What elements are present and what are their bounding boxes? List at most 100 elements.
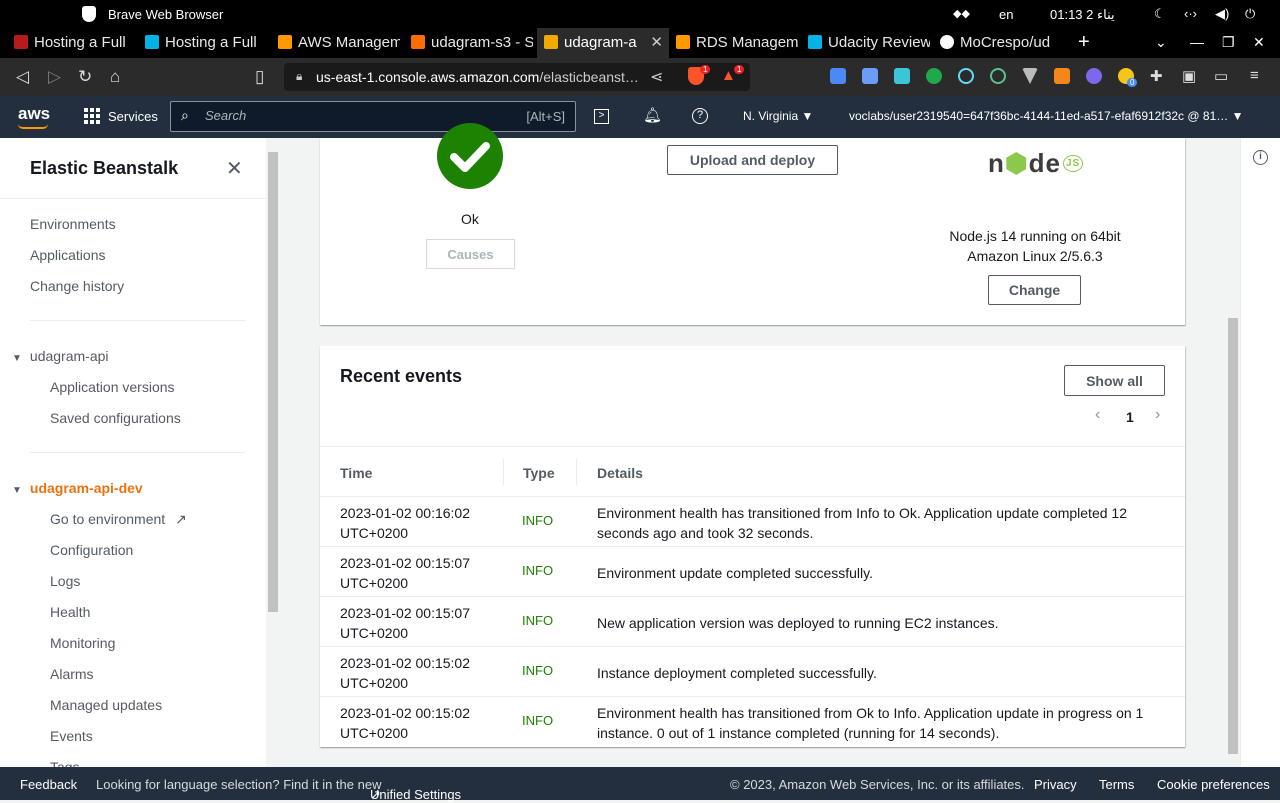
feedback-link[interactable]: Feedback [20, 777, 77, 792]
metamask-icon[interactable] [1054, 68, 1070, 84]
next-page-icon[interactable]: › [1155, 406, 1160, 424]
table-row: 2023-01-02 00:15:02 UTC+0200 INFO Instanc… [320, 647, 1185, 697]
sidebar-item-tags[interactable]: Tags [50, 759, 80, 767]
current-page-number[interactable]: 1 [1126, 409, 1134, 425]
tab-rds-management[interactable]: RDS Managem [676, 28, 798, 58]
tab-favicon [940, 35, 954, 49]
sidebar-item-environments[interactable]: Environments [30, 216, 116, 232]
tab-udagram-s3[interactable]: udagram-s3 - S [411, 28, 533, 58]
tab-github-mocrespo[interactable]: MoCrespo/ud [940, 28, 1062, 58]
account-menu[interactable]: voclabs/user2319540=647f36bc-4144-11ed-a… [849, 109, 1243, 123]
services-grid-icon[interactable] [84, 108, 100, 124]
url-text[interactable]: us-east-1.console.aws.amazon.com/elastic… [316, 69, 639, 85]
power-icon[interactable]: ⏻ [1245, 6, 1255, 22]
rewards-badge: 1 [734, 65, 745, 74]
scrollbar-thumb[interactable] [268, 152, 278, 612]
screenshot-extension-icon[interactable] [894, 68, 910, 84]
causes-button[interactable]: Causes [426, 239, 515, 269]
sidebar-item-applications[interactable]: Applications [30, 247, 106, 263]
tab-aws-management[interactable]: AWS Managem [278, 28, 400, 58]
sidebar-item-monitoring[interactable]: Monitoring [50, 635, 115, 651]
event-date: 2023-01-02 00:15:07 [340, 605, 470, 621]
night-mode-icon[interactable]: ☾ [1154, 6, 1166, 22]
docs-extension-icon[interactable] [862, 68, 878, 84]
tab-hosting-1[interactable]: Hosting a Full [14, 28, 134, 58]
column-header-type[interactable]: Type [523, 465, 555, 481]
main-scrollbar[interactable] [1226, 138, 1240, 767]
evernote-extension-icon[interactable] [926, 68, 942, 84]
tab-udacity-reviews[interactable]: Udacity Review [808, 28, 930, 58]
help-icon[interactable]: ? [692, 108, 708, 124]
sidebar-scrollbar[interactable] [266, 138, 280, 767]
volume-icon[interactable]: ◀) [1215, 6, 1229, 22]
tab-udagram-api-active[interactable]: udagram-a ✕ [537, 28, 669, 58]
aws-logo[interactable]: aws [18, 104, 50, 124]
sidebar-item-saved-configurations[interactable]: Saved configurations [50, 410, 181, 426]
region-selector[interactable]: N. Virginia ▼ [743, 109, 813, 123]
react-devtools-icon[interactable] [958, 68, 974, 84]
tab-favicon [278, 35, 292, 49]
caret-down-icon: ▼ [12, 485, 22, 496]
url-bar[interactable]: 🔒︎ us-east-1.console.aws.amazon.com/elas… [284, 63, 750, 91]
scrollbar-thumb[interactable] [1228, 318, 1238, 754]
sidebar-section-udagram-api-dev[interactable]: ▼ udagram-api-dev [12, 480, 143, 496]
vue-devtools-icon[interactable] [1022, 68, 1038, 84]
wallet-icon[interactable]: ▭ [1214, 67, 1228, 85]
dropbox-icon[interactable]: ◆◆ [953, 7, 970, 20]
lock-icon[interactable]: 🔒︎ [296, 69, 302, 84]
restore-window-icon[interactable]: ❐ [1222, 34, 1235, 51]
event-timezone: UTC+0200 [340, 525, 409, 541]
share-icon[interactable]: ⋖ [650, 67, 663, 87]
sidebar-item-managed-updates[interactable]: Managed updates [50, 697, 162, 713]
translate-extension-icon[interactable] [830, 68, 846, 84]
sidebar-divider [30, 452, 245, 453]
sidebar-item-configuration[interactable]: Configuration [50, 542, 133, 558]
clock[interactable]: 01:13 2 يناء [1050, 7, 1115, 23]
bookmark-icon[interactable]: ▯ [255, 67, 264, 87]
tab-hosting-2[interactable]: Hosting a Full [145, 28, 265, 58]
sidebar-item-change-history[interactable]: Change history [30, 278, 124, 294]
cookie-preferences-link[interactable]: Cookie preferences [1157, 777, 1270, 792]
extensions-puzzle-icon[interactable]: ✚ [1150, 67, 1163, 85]
language-indicator[interactable]: en [999, 7, 1013, 22]
info-icon[interactable]: i [1253, 150, 1268, 165]
terms-link[interactable]: Terms [1099, 777, 1134, 792]
notifications-bell-icon[interactable]: 🔔︎ [643, 106, 662, 124]
forward-icon[interactable]: ▷ [48, 67, 61, 87]
privacy-link[interactable]: Privacy [1034, 777, 1077, 792]
event-time: 2023-01-02 00:15:07 UTC+0200 [340, 553, 490, 593]
sidebar-item-events[interactable]: Events [50, 728, 93, 744]
sidebar-item-alarms[interactable]: Alarms [50, 666, 94, 682]
upload-and-deploy-button[interactable]: Upload and deploy [667, 145, 838, 175]
network-icon[interactable]: ‹·› [1184, 6, 1197, 21]
new-tab-icon[interactable]: + [1078, 31, 1090, 54]
back-icon[interactable]: ◁ [16, 67, 29, 87]
sidebar-item-go-to-environment[interactable]: Go to environment ↗︎ [50, 511, 187, 528]
previous-page-icon[interactable]: ‹ [1095, 406, 1100, 424]
show-all-button[interactable]: Show all [1064, 365, 1165, 396]
discord-extension-icon[interactable] [1086, 68, 1102, 84]
search-input[interactable] [205, 108, 455, 123]
table-row: 2023-01-02 00:15:02 UTC+0200 INFO Environ… [320, 697, 1185, 747]
sidebar-section-udagram-api[interactable]: ▼ udagram-api [12, 348, 109, 364]
grammar-extension-icon[interactable] [990, 68, 1006, 84]
browser-menu-icon[interactable]: ≡ [1250, 67, 1259, 84]
cloudshell-icon[interactable]: > [594, 109, 609, 124]
sidebar-item-application-versions[interactable]: Application versions [50, 379, 175, 395]
minimize-window-icon[interactable]: — [1190, 34, 1204, 50]
sidebar-item-health[interactable]: Health [50, 604, 90, 620]
reload-icon[interactable]: ↻ [78, 67, 92, 87]
change-platform-button[interactable]: Change [988, 275, 1081, 305]
column-header-time[interactable]: Time [340, 465, 372, 481]
close-window-icon[interactable]: ✕ [1253, 34, 1265, 51]
aws-search-box[interactable]: ⌕ [Alt+S] [170, 101, 576, 132]
column-header-details[interactable]: Details [597, 465, 643, 481]
home-icon[interactable]: ⌂ [110, 67, 120, 87]
sidebar-divider [30, 320, 245, 321]
close-tab-icon[interactable]: ✕ [650, 28, 663, 58]
tab-list-icon[interactable]: ⌄ [1155, 34, 1167, 51]
sidebar-toggle-icon[interactable]: ▣ [1182, 67, 1196, 85]
close-sidebar-icon[interactable]: ✕ [226, 156, 243, 181]
services-menu[interactable]: Services [108, 109, 158, 124]
sidebar-item-logs[interactable]: Logs [50, 573, 80, 589]
